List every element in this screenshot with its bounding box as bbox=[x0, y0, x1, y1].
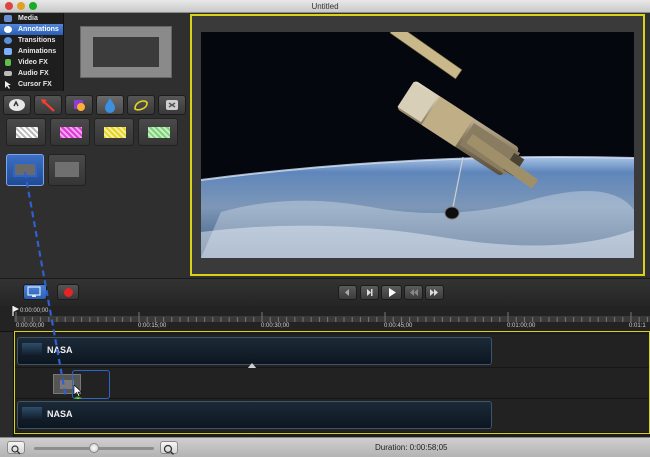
saved-style-selected[interactable] bbox=[6, 154, 44, 186]
record-icon bbox=[64, 288, 73, 297]
timeline-ruler[interactable]: 0:00:00;00 0:00:00;00 0:00:15;00 0:00:30… bbox=[0, 306, 650, 332]
saved-style-gray[interactable] bbox=[48, 154, 86, 186]
annotations-icon bbox=[4, 26, 12, 33]
sketch-tool-button[interactable] bbox=[127, 95, 155, 115]
sidebar-item-label: Video FX bbox=[18, 59, 48, 66]
timeline-selection-frame bbox=[14, 331, 650, 434]
status-bar: Duration: 0:00:58;05 bbox=[0, 437, 650, 457]
fast-forward-button[interactable] bbox=[425, 285, 444, 300]
green-dashed-swatch[interactable] bbox=[138, 118, 178, 146]
zoom-slider-knob[interactable] bbox=[89, 443, 99, 453]
fast-forward-icon bbox=[430, 289, 438, 296]
transitions-icon bbox=[4, 37, 12, 44]
arrow-tool-icon bbox=[41, 99, 55, 112]
timeline[interactable]: 0:00:00;00 0:00:00;00 0:00:15;00 0:00:30… bbox=[0, 306, 650, 437]
canvas-frame[interactable] bbox=[190, 14, 645, 276]
media-icon bbox=[4, 15, 12, 22]
sidebar-item-label: Media bbox=[18, 15, 38, 22]
swatch-chip bbox=[13, 162, 37, 177]
annotation-tools-bar bbox=[3, 95, 187, 117]
sidebar-item-audio-fx[interactable]: Audio FX bbox=[0, 68, 63, 79]
ruler-ticks bbox=[14, 312, 650, 322]
rewind-button[interactable] bbox=[404, 285, 423, 300]
swatch-chip bbox=[60, 127, 82, 138]
playhead-time: 0:00:00;00 bbox=[20, 308, 49, 314]
swatch-chip bbox=[55, 162, 79, 177]
swatch-chip bbox=[104, 127, 126, 138]
sidebar-item-label: Animations bbox=[18, 48, 57, 55]
cursor-fx-icon bbox=[4, 81, 12, 89]
zoom-in-icon bbox=[163, 444, 174, 455]
ruler-label: 0:01:1 bbox=[629, 323, 646, 329]
zoom-in-button[interactable] bbox=[160, 441, 178, 455]
swatch-chip bbox=[16, 127, 38, 138]
white-dashed-swatch[interactable] bbox=[6, 118, 46, 146]
keystroke-tool-icon bbox=[166, 100, 178, 110]
record-button[interactable] bbox=[57, 284, 79, 300]
screen-record-button[interactable] bbox=[23, 284, 47, 300]
keystroke-tool-button[interactable] bbox=[158, 95, 186, 115]
screen-record-icon bbox=[27, 286, 41, 297]
hubble-telescope-image bbox=[201, 32, 634, 258]
animations-icon bbox=[4, 48, 12, 55]
step-forward-button[interactable] bbox=[360, 285, 379, 300]
yellow-dashed-swatch[interactable] bbox=[94, 118, 134, 146]
go-to-start-button[interactable] bbox=[338, 285, 357, 300]
sidebar-item-transitions[interactable]: Transitions bbox=[0, 35, 63, 46]
ruler-label: 0:01:00;00 bbox=[507, 323, 536, 329]
shape-tool-icon bbox=[74, 100, 85, 111]
ruler-label: 0:00:45;00 bbox=[384, 323, 413, 329]
annotation-preview bbox=[80, 26, 172, 78]
sidebar-item-label: Transitions bbox=[18, 37, 56, 44]
sidebar-item-label: Annotations bbox=[18, 26, 59, 33]
highlight-tool-icon bbox=[105, 98, 115, 113]
video-fx-icon bbox=[5, 59, 11, 66]
playhead-icon[interactable] bbox=[12, 306, 20, 316]
ruler-label: 0:00:15;00 bbox=[138, 323, 167, 329]
step-back-icon bbox=[345, 289, 349, 296]
sidebar-item-annotations[interactable]: Annotations bbox=[0, 24, 63, 35]
play-button[interactable] bbox=[381, 285, 402, 300]
swatch-chip bbox=[148, 127, 170, 138]
ruler-label: 0:00:30;00 bbox=[261, 323, 290, 329]
ruler-label: 0:00:00;00 bbox=[16, 323, 45, 329]
window-title: Untitled bbox=[311, 2, 339, 11]
transport-bar bbox=[0, 278, 650, 306]
category-list: Media Annotations Transitions Animations… bbox=[0, 13, 64, 91]
sketch-tool-icon bbox=[134, 100, 148, 111]
video-canvas[interactable] bbox=[201, 32, 634, 258]
preview-shape bbox=[93, 37, 159, 67]
step-forward-icon bbox=[367, 289, 373, 296]
duration-label: Duration: 0:00:58;05 bbox=[375, 443, 448, 452]
editor-upper-area: Media Annotations Transitions Animations… bbox=[0, 13, 650, 278]
highlight-tool-button[interactable] bbox=[96, 95, 124, 115]
zoom-out-icon bbox=[11, 445, 21, 455]
play-icon bbox=[389, 288, 396, 297]
magenta-dashed-swatch[interactable] bbox=[50, 118, 90, 146]
sidebar-item-animations[interactable]: Animations bbox=[0, 46, 63, 57]
screenflow-window: Untitled Media Annotations Transitions A… bbox=[0, 0, 650, 457]
sidebar-item-video-fx[interactable]: Video FX bbox=[0, 57, 63, 68]
sidebar-item-label: Cursor FX bbox=[18, 81, 52, 88]
sidebar-item-label: Audio FX bbox=[18, 70, 49, 77]
arrow-tool-button[interactable] bbox=[34, 95, 62, 115]
callout-tool-button[interactable] bbox=[3, 95, 31, 115]
zoom-out-button[interactable] bbox=[7, 441, 25, 455]
rewind-icon bbox=[410, 289, 418, 296]
sidebar-item-media[interactable]: Media bbox=[0, 13, 63, 24]
sidebar-item-cursor-fx[interactable]: Cursor FX bbox=[0, 79, 63, 90]
track-gutter bbox=[0, 332, 14, 437]
callout-tool-icon bbox=[9, 99, 25, 111]
properties-panel: Media Annotations Transitions Animations… bbox=[0, 13, 190, 278]
shape-tool-button[interactable] bbox=[65, 95, 93, 115]
audio-fx-icon bbox=[4, 71, 12, 76]
title-bar: Untitled bbox=[0, 0, 650, 13]
